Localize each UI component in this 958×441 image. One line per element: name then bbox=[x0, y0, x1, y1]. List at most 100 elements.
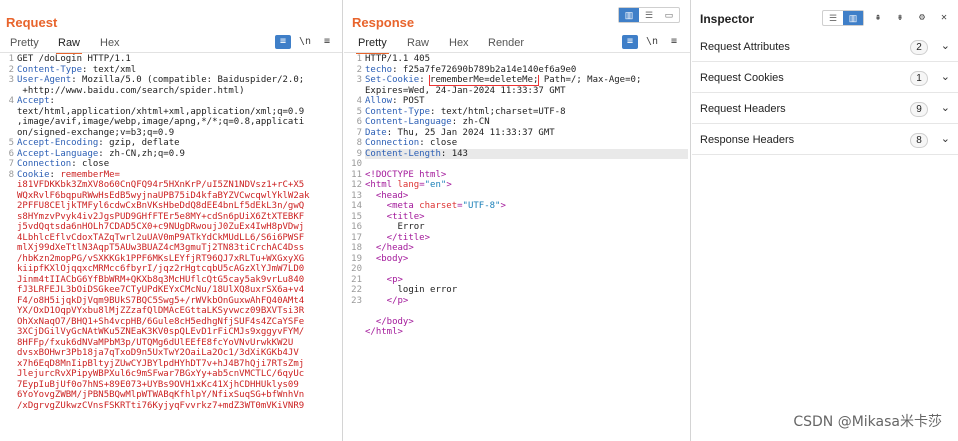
wrap-lines-icon[interactable]: ≡ bbox=[275, 35, 291, 49]
response-divider bbox=[344, 52, 690, 53]
code-token: +http://www.baidu.com/search/spider.html… bbox=[17, 85, 245, 96]
expand-all-icon[interactable]: ⇟ bbox=[892, 11, 908, 25]
request-divider bbox=[0, 52, 342, 53]
code-token: lang bbox=[397, 180, 420, 190]
code-token: GET /doLogin HTTP/1.1 bbox=[17, 54, 131, 64]
newline-toggle-icon[interactable]: \n bbox=[644, 35, 660, 49]
code-line: </head> bbox=[365, 243, 688, 254]
code-line: <p> bbox=[365, 275, 688, 286]
code-token: fJ3LRFEJL3bOiDSGkee7CTyUPdKEYxCMcNu/18Ul… bbox=[17, 285, 305, 295]
code-line: Allow: POST bbox=[365, 96, 688, 107]
code-token: : f25a7fe72690b789b2a14e140ef6a9e0 bbox=[392, 64, 577, 75]
request-editor[interactable]: 123 4 5678 GET /doLogin HTTP/1.1 Content-Ty… bbox=[0, 54, 342, 441]
code-line: Jinm4tIIACbG6YfBbWRM+QKXb8q3McHUflcQtG5c… bbox=[17, 275, 340, 286]
count-badge: 1 bbox=[910, 71, 928, 86]
menu-icon[interactable]: ≡ bbox=[319, 35, 335, 49]
line-number: 2 bbox=[8, 64, 14, 75]
code-token: Cookie bbox=[17, 169, 50, 180]
line-number bbox=[0, 86, 14, 97]
watermark: CSDN @Mikasa米卡莎 bbox=[793, 414, 942, 430]
code-token: HTTP/1.1 405 bbox=[365, 54, 431, 64]
line-number bbox=[0, 296, 14, 307]
inspector-list-view-icon[interactable]: ☰ bbox=[823, 11, 843, 25]
code-token: Jinm4tIIACbG6YfBbWRM+QKXb8q3McHUflcQtG5c… bbox=[17, 274, 305, 285]
code-token: 7EypIuBjUf0o7hNS+89E073+UYBs9OVH1xKc41Xj… bbox=[17, 379, 299, 390]
wrap-lines-icon[interactable]: ≡ bbox=[622, 35, 638, 49]
code-line: HTTP/1.1 405 bbox=[365, 54, 688, 65]
chevron-down-icon[interactable]: ⌄ bbox=[941, 101, 950, 114]
code-line: <body> bbox=[365, 254, 688, 265]
code-token: : POST bbox=[392, 96, 425, 106]
inspector-row-request-headers[interactable]: Request Headers 9 ⌄ bbox=[692, 94, 958, 124]
line-number: 13 bbox=[351, 190, 362, 201]
code-line: </title> bbox=[365, 233, 688, 244]
inspector-row-request-cookies[interactable]: Request Cookies 1 ⌄ bbox=[692, 63, 958, 93]
code-line: Content-Type: text/xml bbox=[17, 65, 340, 76]
highlighted-cookie-value: rememberMe=deleteMe; bbox=[429, 75, 540, 86]
inspector-row-label: Request Headers bbox=[700, 103, 786, 115]
code-token: <!DOCTYPE html> bbox=[365, 169, 447, 180]
code-line: techo: f25a7fe72690b789b2a14e140ef6a9e0 bbox=[365, 65, 688, 76]
code-token: : 143 bbox=[440, 148, 468, 159]
code-token: login error bbox=[365, 285, 458, 295]
inspector-row-request-attributes[interactable]: Request Attributes 2 ⌄ bbox=[692, 32, 958, 62]
code-token: on/signed-exchange;v=b3;q=0.9 bbox=[17, 127, 175, 138]
line-number: 19 bbox=[351, 253, 362, 264]
line-number bbox=[0, 222, 14, 233]
code-line: +http://www.baidu.com/search/spider.html… bbox=[17, 86, 340, 97]
horizontal-view-icon[interactable]: ☰ bbox=[639, 8, 659, 22]
count-badge: 9 bbox=[910, 102, 928, 117]
code-token: : text/xml bbox=[82, 64, 137, 75]
code-line: login error bbox=[365, 285, 688, 296]
code-line: mlXj99dXeTtlN3AqpT5AUw3BUAZ4cM3gmuTj2TN8… bbox=[17, 243, 340, 254]
code-token: 6YoYovgZWBM/jPBN5BQwMlpWTWABqKfhlpY/Nfix… bbox=[17, 390, 305, 400]
newline-toggle-icon[interactable]: \n bbox=[297, 35, 313, 49]
code-line: 6YoYovgZWBM/jPBN5BQwMlpWTWABqKfhlpY/Nfix… bbox=[17, 390, 340, 401]
line-number: 21 bbox=[351, 274, 362, 285]
line-number bbox=[344, 86, 362, 97]
request-tools: ≡ \n ≡ bbox=[275, 34, 335, 50]
split-view-icon[interactable]: ▥ bbox=[619, 8, 639, 22]
inspector-split-view-icon[interactable]: ▥ bbox=[843, 11, 863, 25]
code-line: Accept-Encoding: gzip, deflate bbox=[17, 138, 340, 149]
code-token: j5vdQqtsda6nHOLh7CDAD5CX0+c9NUgDRwoujJ0Z… bbox=[17, 222, 305, 232]
response-editor[interactable]: 1 2 3 4 5 6 7 8 9 10 11 12 13 14 15 16 17 18 19 20 21 22 23 HT… bbox=[344, 54, 690, 441]
close-icon[interactable]: ✕ bbox=[936, 11, 952, 25]
chevron-down-icon[interactable]: ⌄ bbox=[941, 132, 950, 145]
code-token: : bbox=[49, 169, 61, 180]
code-token: </head> bbox=[365, 243, 414, 253]
code-token: dvsxBOHwr3Pb18ja7qTxoD9n5UxTwY2OaiLa2Oc1… bbox=[17, 348, 299, 358]
inspector-row-response-headers[interactable]: Response Headers 8 ⌄ bbox=[692, 125, 958, 155]
code-line: Cookie: rememberMe= bbox=[17, 170, 340, 181]
code-line: on/signed-exchange;v=b3;q=0.9 bbox=[17, 128, 340, 139]
code-line: 4LbhlcEflvCdoxTAZqTwrl2uUAV0mP9ATkYdCkMU… bbox=[17, 233, 340, 244]
line-number: 16 bbox=[351, 222, 362, 232]
chevron-down-icon[interactable]: ⌄ bbox=[941, 39, 950, 52]
menu-icon[interactable]: ≡ bbox=[666, 35, 682, 49]
code-line: Expires=Wed, 24-Jan-2024 11:33:37 GMT bbox=[365, 86, 688, 97]
collapse-all-icon[interactable]: ⇞ bbox=[870, 11, 886, 25]
code-line: 2PFFU8CEljkTMFyl6cdwCxBnVKsHbeDdQ8dEE4bn… bbox=[17, 201, 340, 212]
line-number bbox=[0, 359, 14, 370]
code-line: Connection: close bbox=[17, 159, 340, 170]
code-line: /hbKzn2mopPG/vSXKKGk1PPF6MKsLEYfjRT96QJ7… bbox=[17, 254, 340, 265]
line-number: 10 bbox=[351, 159, 362, 169]
code-line: ,image/avif,image/webp,image/apng,*/*;q=… bbox=[17, 117, 340, 128]
settings-gear-icon[interactable]: ⚙ bbox=[914, 11, 930, 25]
line-number bbox=[0, 201, 14, 212]
line-number bbox=[0, 390, 14, 401]
code-line: Accept: bbox=[17, 96, 340, 107]
code-token: > bbox=[500, 201, 506, 211]
code-token: text/html,application/xhtml+xml,applicat… bbox=[17, 106, 305, 117]
code-token: : bbox=[49, 96, 55, 106]
line-number: 8 bbox=[356, 138, 362, 148]
chevron-down-icon[interactable]: ⌄ bbox=[941, 70, 950, 83]
single-view-icon[interactable]: ▭ bbox=[659, 8, 679, 22]
code-token: kiipfKXlOjqqxcMRMcc6fbyrI/jqz2rHgtcqbU5c… bbox=[17, 264, 305, 274]
code-token: <title> bbox=[365, 211, 425, 222]
code-token: : Thu, 25 Jan 2024 11:33:37 GMT bbox=[386, 127, 555, 138]
code-line: Connection: close bbox=[365, 138, 688, 149]
line-number bbox=[0, 243, 14, 254]
code-token: : gzip, deflate bbox=[98, 138, 180, 148]
code-line: text/html,application/xhtml+xml,applicat… bbox=[17, 107, 340, 118]
